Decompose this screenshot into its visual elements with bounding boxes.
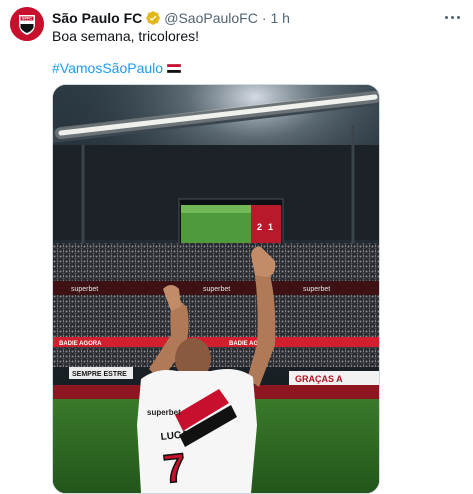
tweet[interactable]: SPFC São Paulo FC @SaoPauloFC · 1 h Boa … [0,0,473,494]
tweet-photo[interactable]: 2 1 superbet superbet superbet BADIE AGO… [52,84,380,494]
tweet-timestamp[interactable]: 1 h [271,9,290,27]
more-dot-icon [450,15,454,19]
stadium-photo: 2 1 superbet superbet superbet BADIE AGO… [53,85,379,493]
jersey-number: 7 [161,446,188,492]
flag-sao-paulo-icon [167,63,182,73]
banner-left-text: SEMPRE ESTRE [72,371,127,378]
header-separator: · [261,10,267,26]
scoreboard-away-score: 1 [268,222,273,232]
more-dot-icon [444,15,448,19]
tweet-text: Boa semana, tricolores! [52,28,200,44]
author-handle[interactable]: @SaoPauloFC [164,9,258,27]
upper-ad-text: superbet [71,286,98,293]
tweet-header: São Paulo FC @SaoPauloFC · 1 h [52,9,290,27]
more-dot-icon [456,15,460,19]
upper-crowd [53,243,379,285]
jersey-sponsor: superbet [147,408,181,417]
scoreboard-home-score: 2 [257,222,262,232]
scoreboard: 2 1 [178,198,284,250]
spfc-crest-icon: SPFC [10,7,44,41]
front-crowd [53,347,379,367]
banner-right-text: GRAÇAS A [295,374,343,384]
avatar-crest-text: SPFC [22,17,32,21]
hashtag-line: #VamosSãoPaulo [52,59,182,77]
verified-badge-icon[interactable] [145,10,161,26]
upper-ad-text: superbet [203,286,230,293]
led-ad-text: BADIE AGORA [59,341,102,347]
author-name[interactable]: São Paulo FC [52,9,142,27]
more-options-button[interactable] [441,8,463,26]
upper-ad-text: superbet [303,286,330,293]
avatar[interactable]: SPFC [10,7,44,41]
led-ad-board [53,337,379,347]
lower-crowd [53,295,379,341]
hashtag-link[interactable]: #VamosSãoPaulo [52,59,163,77]
